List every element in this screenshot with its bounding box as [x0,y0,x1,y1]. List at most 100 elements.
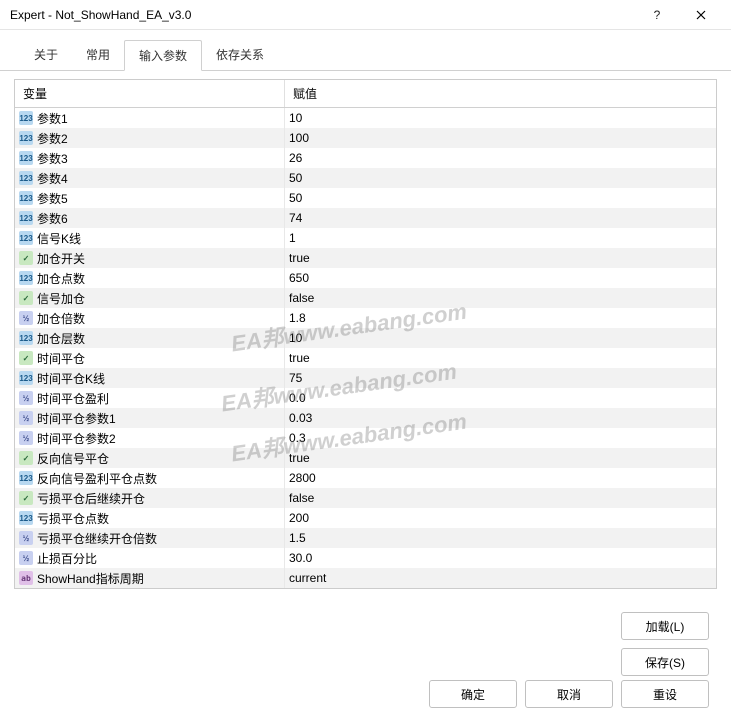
dbl-type-icon: ½ [19,311,33,325]
param-name-cell[interactable]: ½时间平仓参数2 [15,428,285,448]
header-variable[interactable]: 变量 [15,80,285,107]
param-name-cell[interactable]: 123时间平仓K线 [15,368,285,388]
param-row[interactable]: ✓加仓开关true [15,248,716,268]
param-value-cell[interactable]: 200 [285,508,716,528]
param-row[interactable]: 123亏损平仓点数200 [15,508,716,528]
param-row[interactable]: 123信号K线1 [15,228,716,248]
param-name-cell[interactable]: ✓时间平仓 [15,348,285,368]
param-value-cell[interactable]: 0.03 [285,408,716,428]
param-row[interactable]: ½加仓倍数1.8 [15,308,716,328]
int-type-icon: 123 [19,271,33,285]
param-row[interactable]: 123时间平仓K线75 [15,368,716,388]
param-value-cell[interactable]: 75 [285,368,716,388]
param-name-cell[interactable]: 123反向信号盈利平仓点数 [15,468,285,488]
param-value-cell[interactable]: 50 [285,188,716,208]
param-value-cell[interactable]: 1 [285,228,716,248]
reset-button[interactable]: 重设 [621,680,709,708]
param-row[interactable]: ✓亏损平仓后继续开仓false [15,488,716,508]
param-value-cell[interactable]: 26 [285,148,716,168]
param-name-cell[interactable]: ✓亏损平仓后继续开仓 [15,488,285,508]
param-value-cell[interactable]: 100 [285,128,716,148]
param-row[interactable]: ½止损百分比30.0 [15,548,716,568]
param-row[interactable]: ½亏损平仓继续开仓倍数1.5 [15,528,716,548]
param-name-cell[interactable]: 123 参数5 [15,188,285,208]
int-type-icon: 123 [19,211,33,225]
param-row[interactable]: ½时间平仓盈利0.0 [15,388,716,408]
dbl-type-icon: ½ [19,411,33,425]
param-value-cell[interactable]: true [285,448,716,468]
param-name-cell[interactable]: ½时间平仓参数1 [15,408,285,428]
param-name-cell[interactable]: 123 加仓点数 [15,268,285,288]
param-name-cell[interactable]: ✓加仓开关 [15,248,285,268]
tab-1[interactable]: 常用 [72,40,124,70]
param-value-cell[interactable]: 2800 [285,468,716,488]
param-row[interactable]: 123参数110 [15,108,716,128]
cancel-button[interactable]: 取消 [525,680,613,708]
param-row[interactable]: 123 加仓点数 650 [15,268,716,288]
param-row[interactable]: abShowHand指标周期current [15,568,716,588]
param-name: 时间平仓 [37,350,85,367]
param-name-cell[interactable]: abShowHand指标周期 [15,568,285,588]
int-type-icon: 123 [19,171,33,185]
param-row[interactable]: 123参数2100 [15,128,716,148]
param-value-cell[interactable]: 650 [285,268,716,288]
param-name: 加仓点数 [37,270,85,287]
param-name-cell[interactable]: 123参数2 [15,128,285,148]
param-value-cell[interactable]: current [285,568,716,588]
grid-header: 变量 赋值 [15,80,716,108]
param-value-cell[interactable]: 74 [285,208,716,228]
tab-3[interactable]: 依存关系 [202,40,278,70]
param-value-cell[interactable]: 10 [285,328,716,348]
param-value-cell[interactable]: 50 [285,168,716,188]
param-name-cell[interactable]: 123亏损平仓点数 [15,508,285,528]
param-value-cell[interactable]: 0.3 [285,428,716,448]
param-name-cell[interactable]: ½加仓倍数 [15,308,285,328]
param-value-cell[interactable]: 30.0 [285,548,716,568]
header-value[interactable]: 赋值 [285,80,716,107]
parameter-grid[interactable]: 变量 赋值 123参数110123参数2100123参数326123参数4501… [14,79,717,589]
int-type-icon: 123 [19,191,33,205]
load-button[interactable]: 加载(L) [621,612,709,640]
param-row[interactable]: 123参数450 [15,168,716,188]
param-name-cell[interactable]: 123参数3 [15,148,285,168]
param-name-cell[interactable]: ½时间平仓盈利 [15,388,285,408]
param-value-cell[interactable]: 1.8 [285,308,716,328]
int-type-icon: 123 [19,371,33,385]
dbl-type-icon: ½ [19,431,33,445]
param-value-cell[interactable]: false [285,488,716,508]
param-value-cell[interactable]: 10 [285,108,716,128]
param-row[interactable]: ✓信号加仓false [15,288,716,308]
param-row[interactable]: ✓反向信号平仓true [15,448,716,468]
param-name-cell[interactable]: ✓反向信号平仓 [15,448,285,468]
param-name-cell[interactable]: ½止损百分比 [15,548,285,568]
int-type-icon: 123 [19,471,33,485]
param-row[interactable]: 123反向信号盈利平仓点数2800 [15,468,716,488]
tab-0[interactable]: 关于 [20,40,72,70]
param-name: 参数5 [37,190,68,207]
tab-2[interactable]: 输入参数 [124,40,202,71]
close-button[interactable] [679,0,723,30]
title-bar: Expert - Not_ShowHand_EA_v3.0 ? [0,0,731,30]
param-row[interactable]: ✓时间平仓true [15,348,716,368]
help-button[interactable]: ? [635,0,679,30]
save-button[interactable]: 保存(S) [621,648,709,676]
param-row[interactable]: 123 参数5 50 [15,188,716,208]
param-name-cell[interactable]: 123参数6 [15,208,285,228]
param-value-cell[interactable]: true [285,248,716,268]
param-row[interactable]: 123参数674 [15,208,716,228]
param-row[interactable]: 123参数326 [15,148,716,168]
param-value-cell[interactable]: 1.5 [285,528,716,548]
ok-button[interactable]: 确定 [429,680,517,708]
param-name-cell[interactable]: ½亏损平仓继续开仓倍数 [15,528,285,548]
param-name-cell[interactable]: 123参数4 [15,168,285,188]
param-row[interactable]: ½时间平仓参数10.03 [15,408,716,428]
param-value-cell[interactable]: false [285,288,716,308]
param-value-cell[interactable]: true [285,348,716,368]
param-row[interactable]: ½时间平仓参数20.3 [15,428,716,448]
param-name-cell[interactable]: ✓信号加仓 [15,288,285,308]
param-name-cell[interactable]: 123参数1 [15,108,285,128]
param-name-cell[interactable]: 123信号K线 [15,228,285,248]
param-name-cell[interactable]: 123加仓层数 [15,328,285,348]
param-row[interactable]: 123加仓层数10 [15,328,716,348]
param-value-cell[interactable]: 0.0 [285,388,716,408]
